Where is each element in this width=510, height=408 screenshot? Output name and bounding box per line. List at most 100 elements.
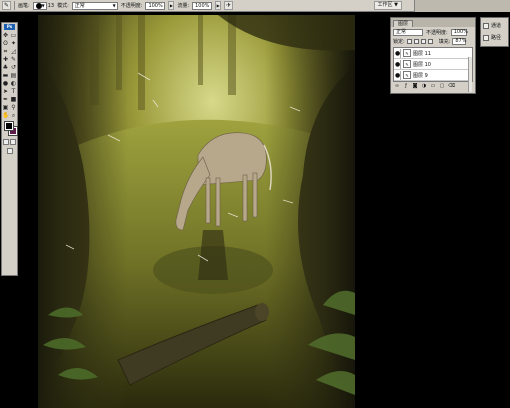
lock-position-icon[interactable] [420, 39, 426, 44]
adjustment-layer-icon[interactable]: ◑ [421, 84, 427, 89]
notes-tool-icon[interactable]: ▣ [2, 104, 9, 111]
blend-mode-value: 正常 [396, 28, 407, 35]
paths-button[interactable]: 路径 [481, 33, 508, 42]
screen-mode-button[interactable] [6, 148, 13, 154]
channels-paths-panel: 通道 路径 [480, 17, 509, 47]
new-group-icon[interactable]: ▭ [430, 84, 436, 89]
dodge-tool-icon[interactable]: ◐ [10, 80, 17, 87]
chevron-down-icon: ▼ [41, 2, 45, 8]
opacity-label: 不透明度: [120, 3, 143, 9]
layer-name: 图层 11 [413, 50, 431, 57]
quick-mask-controls [2, 139, 17, 145]
brush-label: 画笔: [18, 3, 30, 9]
layer-row[interactable]: ● ✎ 图层 10 [394, 59, 472, 70]
layer-opacity-value: 100% [453, 28, 468, 35]
layer-mask-icon[interactable]: ◙ [412, 84, 418, 89]
lock-label: 锁定: [393, 39, 405, 45]
layers-footer: ∞ ƒ ◙ ◑ ▭ ▢ ⌫ [391, 83, 475, 90]
color-swatches [4, 121, 18, 136]
paths-icon [483, 34, 489, 41]
link-layers-icon[interactable]: ∞ [394, 84, 400, 89]
opacity-slider-button[interactable]: ▶ [168, 1, 175, 10]
blend-mode-select[interactable]: 正常 [393, 28, 423, 36]
channels-button[interactable]: 通道 [481, 21, 508, 30]
layers-panel-tabs: 图层 [391, 18, 475, 27]
flow-slider-button[interactable]: ▶ [215, 1, 222, 10]
layer-opacity-input[interactable]: 100% [450, 28, 468, 36]
brush-picker[interactable]: ▼ [32, 1, 47, 10]
channels-icon [483, 22, 489, 29]
move-tool-icon[interactable]: ✥ [2, 32, 9, 39]
clone-stamp-tool-icon[interactable]: ♣ [2, 64, 9, 71]
quick-mask-button[interactable] [10, 139, 16, 145]
blur-tool-icon[interactable]: ● [2, 80, 9, 87]
healing-brush-tool-icon[interactable]: ✚ [2, 56, 9, 63]
opacity-value: 100% [148, 2, 163, 9]
fill-value: 87% [455, 38, 467, 44]
lock-all-icon[interactable] [427, 39, 433, 44]
hand-tool-icon[interactable]: ✋ [2, 112, 9, 119]
history-brush-tool-icon[interactable]: ↺ [10, 64, 17, 71]
lock-transparency-icon[interactable] [406, 39, 412, 44]
layer-thumbnail: ✎ [403, 60, 411, 68]
layer-list: ● ✎ 图层 11 ● ✎ 图层 10 ● ✎ 图层 9 [393, 47, 473, 82]
layers-blend-row: 正常 不透明度: 100% [391, 27, 475, 37]
zoom-tool-icon[interactable]: ⌕ [10, 112, 17, 119]
shape-tool-icon[interactable]: ■ [10, 96, 17, 103]
layers-panel: 图层 正常 不透明度: 100% 锁定: 填充: 87% ● ✎ 图层 11 ●… [390, 17, 476, 94]
toolbox: Ps ✥ ▭ ʘ ✦ ⌗ ◿ ✚ ✎ ♣ ↺ ▬ ▤ ● ◐ ➤ T ✒ ■ ▣… [1, 22, 18, 276]
layer-thumbnail: ✎ [403, 49, 411, 57]
foreground-color-swatch[interactable] [4, 121, 14, 131]
flow-label: 流量: [177, 3, 190, 9]
eyedropper-tool-icon[interactable]: ⚲ [10, 104, 17, 111]
workspace-button[interactable]: 工作区 ▼ [373, 1, 402, 10]
eraser-tool-icon[interactable]: ▬ [2, 72, 9, 79]
chevron-down-icon: ▼ [394, 2, 398, 8]
fill-input[interactable]: 87% [452, 38, 467, 45]
photoshop-window: ✎ 画笔: ▼ 13 模式: 正常 ▼ 不透明度: 100% ▶ 流量: 100… [0, 0, 510, 408]
document-canvas[interactable] [38, 15, 355, 408]
screen-mode-controls [2, 148, 17, 154]
layer-style-icon[interactable]: ƒ [403, 84, 409, 89]
lasso-tool-icon[interactable]: ʘ [2, 40, 9, 47]
opacity-input[interactable]: 100% [145, 1, 166, 10]
crop-tool-icon[interactable]: ⌗ [2, 48, 9, 55]
ps-logo[interactable]: Ps [4, 24, 15, 30]
standard-mode-button[interactable] [3, 139, 9, 145]
brush-tool-icon[interactable]: ✎ [10, 56, 17, 63]
forest-horse-painting [38, 15, 355, 408]
flow-value: 100% [195, 2, 210, 9]
new-layer-icon[interactable]: ▢ [439, 84, 445, 89]
slice-tool-icon[interactable]: ◿ [10, 48, 17, 55]
layer-name: 图层 10 [413, 61, 431, 68]
mode-value: 正常 [74, 2, 85, 9]
layer-row[interactable]: ● ✎ 图层 9 [394, 70, 472, 81]
mode-select[interactable]: 正常 ▼ [71, 1, 118, 10]
visibility-eye-icon[interactable]: ● [395, 70, 401, 80]
paths-label: 路径 [491, 35, 502, 41]
chevron-down-icon: ▼ [112, 2, 116, 8]
path-selection-tool-icon[interactable]: ➤ [2, 88, 9, 95]
brush-tool-preset-button[interactable]: ✎ [2, 1, 11, 10]
layers-scrollbar[interactable] [468, 57, 472, 92]
brush-size: 13 [47, 2, 55, 9]
lock-pixels-icon[interactable] [413, 39, 419, 44]
mode-label: 模式: [57, 3, 69, 9]
layer-thumbnail: ✎ [403, 71, 411, 79]
marquee-tool-icon[interactable]: ▭ [10, 32, 17, 39]
airbrush-icon[interactable]: ✈ [224, 1, 234, 10]
tab-layers[interactable]: 图层 [393, 20, 414, 27]
pen-tool-icon[interactable]: ✒ [2, 96, 9, 103]
visibility-eye-icon[interactable]: ● [395, 48, 401, 58]
fill-label: 填充: [438, 39, 451, 45]
layer-row[interactable]: ● ✎ 图层 11 [394, 48, 472, 59]
type-tool-icon[interactable]: T [10, 88, 17, 95]
trash-icon[interactable]: ⌫ [448, 84, 455, 89]
workspace-label: 工作区 [377, 2, 393, 8]
tool-grid: ✥ ▭ ʘ ✦ ⌗ ◿ ✚ ✎ ♣ ↺ ▬ ▤ ● ◐ ➤ T ✒ ■ ▣ ⚲ … [2, 32, 17, 119]
visibility-eye-icon[interactable]: ● [395, 59, 401, 69]
gradient-tool-icon[interactable]: ▤ [10, 72, 17, 79]
layers-lock-row: 锁定: 填充: 87% [391, 37, 475, 46]
flow-input[interactable]: 100% [192, 1, 213, 10]
magic-wand-tool-icon[interactable]: ✦ [10, 40, 17, 47]
